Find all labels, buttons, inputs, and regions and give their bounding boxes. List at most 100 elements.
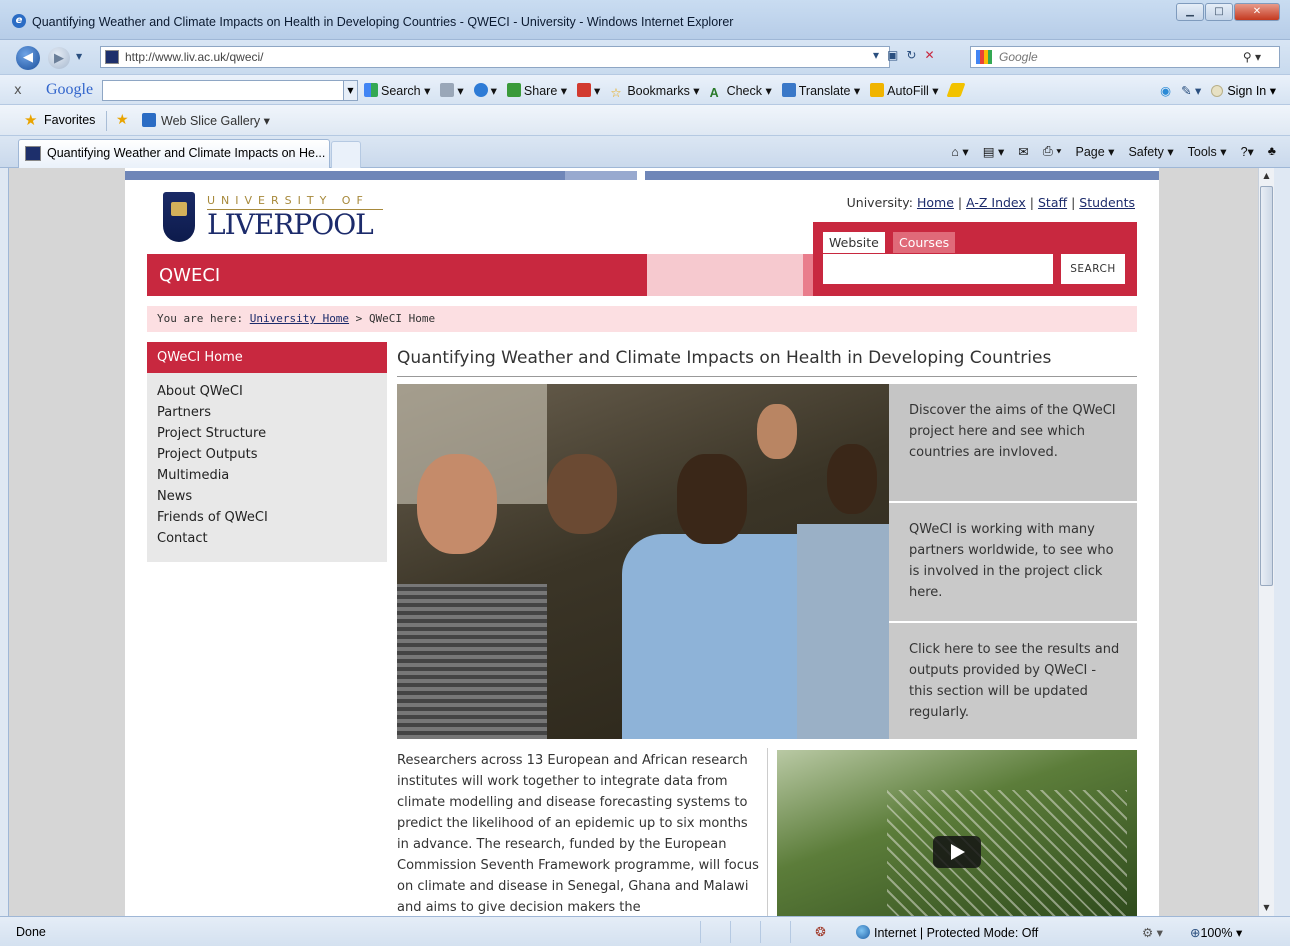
add-to-favorites-icon[interactable]: ★ (116, 111, 129, 128)
breadcrumb-university-home[interactable]: University Home (250, 312, 349, 325)
share-button[interactable]: Share ▾ (506, 83, 567, 100)
address-bar: ◀ ▶ ▼ http://www.liv.ac.uk/qweci/ ▾ ▣ ↻ … (0, 40, 1290, 74)
translate-button[interactable]: Translate ▾ (781, 83, 860, 100)
stop-icon[interactable]: ✕ (924, 48, 934, 62)
web-page: UNIVERSITY OF LIVERPOOL University: Home… (125, 168, 1159, 916)
popup-blocker-button[interactable]: ▾ (577, 83, 600, 100)
feeds-icon[interactable]: ▤ ▾ (983, 144, 1005, 159)
top-strip (125, 168, 1159, 180)
scroll-down-icon[interactable]: ▼ (1259, 900, 1274, 916)
chevron-down-icon[interactable]: ▼ (343, 81, 357, 100)
bookmarks-button[interactable]: ☆ Bookmarks ▾ (610, 83, 699, 100)
spellcheck-button[interactable]: A Check ▾ (710, 83, 772, 100)
refresh-icon[interactable]: ↻ (906, 48, 916, 62)
minimize-button[interactable]: ▁ (1176, 3, 1204, 21)
breadcrumb-current: QWeCI Home (368, 312, 436, 325)
intro-text: Researchers across 13 European and Afric… (397, 753, 759, 915)
zoom-control[interactable]: ⊕100% ▾ (1190, 925, 1242, 940)
google-search-provider-icon (976, 50, 992, 64)
nav-item-qweci-home[interactable]: QWeCI Home (147, 342, 387, 373)
security-zone[interactable]: Internet | Protected Mode: Off (856, 925, 1038, 940)
sign-in-button[interactable]: Sign In ▾ (1211, 83, 1276, 98)
plus-button[interactable]: ▾ (473, 83, 497, 100)
tools-menu[interactable]: Tools ▾ (1188, 144, 1227, 159)
photo-person-striped-shirt (397, 584, 547, 739)
play-icon[interactable] (933, 836, 981, 868)
conference-photo (397, 384, 889, 739)
wrench-icon[interactable]: ✎ ▾ (1181, 83, 1201, 98)
search-tab-website[interactable]: Website (823, 232, 885, 253)
search-icon[interactable]: ⚲ ▾ (1243, 47, 1261, 67)
tab-qweci[interactable]: Quantifying Weather and Climate Impacts … (18, 139, 330, 168)
url-input[interactable]: http://www.liv.ac.uk/qweci/ (100, 46, 890, 68)
compatibility-view-icon[interactable]: ▣ (887, 48, 898, 62)
video-thumbnail[interactable] (777, 750, 1137, 916)
maximize-button[interactable]: □ (1205, 3, 1233, 21)
nav-item-friends[interactable]: Friends of QWeCI (157, 507, 268, 528)
nav-item-project-outputs[interactable]: Project Outputs (157, 444, 268, 465)
browser-search-input[interactable]: Google ⚲ ▾ (970, 46, 1280, 68)
scroll-up-icon[interactable]: ▲ (1259, 168, 1274, 184)
feature-panel-outputs[interactable]: Click here to see the results and output… (889, 622, 1137, 739)
photo-person-head (417, 454, 497, 554)
strip-segment (645, 171, 1159, 180)
print-icon[interactable]: ⎙ ▾ (1043, 144, 1062, 159)
highlighter-icon (946, 83, 966, 97)
favorites-star-icon: ★ (24, 112, 38, 129)
site-search-panel: Website Courses SEARCH (813, 222, 1137, 296)
feature-panel-aims[interactable]: Discover the aims of the QWeCI project h… (889, 384, 1137, 501)
home-icon[interactable]: ⌂ ▾ (951, 144, 968, 159)
research-icon[interactable]: ♣ (1268, 144, 1276, 159)
util-link-az-index[interactable]: A-Z Index (966, 195, 1026, 210)
util-link-students[interactable]: Students (1079, 195, 1135, 210)
back-button[interactable]: ◀ (16, 46, 40, 70)
feature-panel-partners[interactable]: QWeCI is working with many partners worl… (889, 502, 1137, 621)
wifi-icon[interactable]: ◉ (1160, 83, 1171, 98)
logo-liverpool[interactable]: LIVERPOOL (207, 208, 374, 241)
plus-icon (473, 83, 488, 97)
recent-pages-dropdown[interactable]: ▼ (76, 52, 82, 61)
site-favicon-icon (105, 50, 119, 64)
university-crest-logo[interactable] (163, 192, 195, 242)
autofill-button[interactable]: AutoFill ▾ (870, 83, 939, 100)
autofill-icon (870, 83, 885, 97)
google-toolbar-close-button[interactable]: x (14, 83, 22, 98)
nav-item-project-structure[interactable]: Project Structure (157, 423, 268, 444)
tab-label: Quantifying Weather and Climate Impacts … (47, 146, 326, 160)
protected-mode-icon[interactable]: ⚙ ▾ (1142, 925, 1163, 940)
page-icon (440, 83, 455, 97)
privacy-icon[interactable]: ❂ (790, 921, 850, 943)
nav-item-contact[interactable]: Contact (157, 528, 268, 549)
search-button[interactable]: SEARCH (1061, 254, 1125, 284)
vertical-scrollbar[interactable]: ▲ ▼ (1258, 168, 1274, 916)
mail-icon[interactable]: ✉ (1018, 144, 1028, 159)
safety-menu[interactable]: Safety ▾ (1128, 144, 1173, 159)
site-title[interactable]: QWECI (159, 265, 220, 286)
forward-button[interactable]: ▶ (48, 47, 70, 69)
scrollbar-thumb[interactable] (1260, 186, 1273, 586)
google-toolbar-search-input[interactable]: ▼ (102, 80, 358, 101)
util-link-home[interactable]: Home (917, 195, 954, 210)
translate-icon (781, 83, 796, 97)
util-link-staff[interactable]: Staff (1038, 195, 1067, 210)
search-tab-courses[interactable]: Courses (893, 232, 956, 253)
favorites-button[interactable]: Favorites (44, 113, 95, 127)
google-toolbar-button[interactable]: ▾ (440, 83, 464, 100)
share-icon (506, 83, 521, 97)
status-text: Done (16, 925, 46, 939)
url-dropdown-icon[interactable]: ▾ (873, 48, 879, 62)
url-tools: ▾ ▣ ↻ ✕ (873, 48, 935, 62)
new-tab-button[interactable] (331, 141, 361, 168)
nav-item-about[interactable]: About QWeCI (157, 381, 268, 402)
google-search-button[interactable]: Search ▾ (364, 83, 430, 100)
nav-item-multimedia[interactable]: Multimedia (157, 465, 268, 486)
page-menu[interactable]: Page ▾ (1075, 144, 1114, 159)
web-slice-gallery-link[interactable]: Web Slice Gallery ▾ (142, 113, 270, 128)
nav-item-news[interactable]: News (157, 486, 268, 507)
google-toolbar-right: ◉ ✎ ▾ Sign In ▾ (1160, 83, 1276, 98)
help-icon[interactable]: ?▾ (1241, 144, 1254, 159)
site-search-input[interactable] (823, 254, 1053, 284)
nav-item-partners[interactable]: Partners (157, 402, 268, 423)
highlighter-button[interactable] (946, 83, 966, 100)
close-button[interactable]: ✕ (1234, 3, 1280, 21)
